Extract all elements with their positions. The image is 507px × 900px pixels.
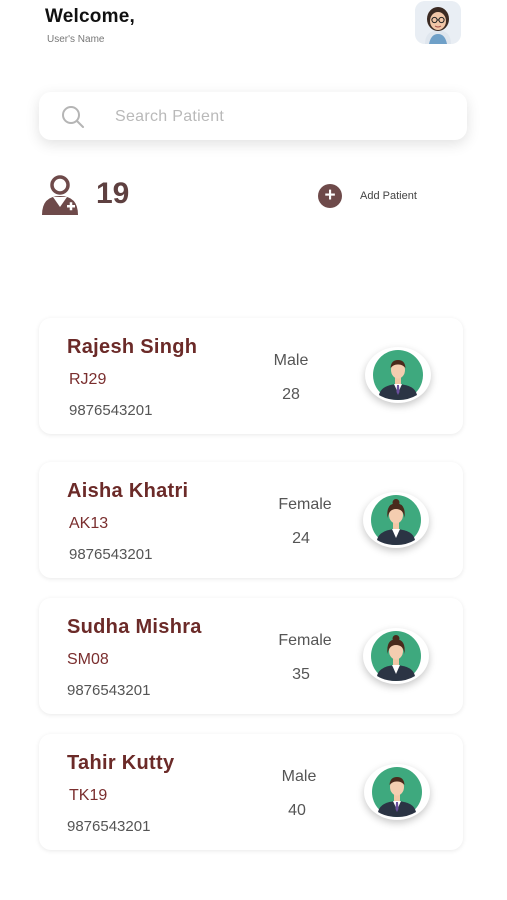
male-avatar-icon	[373, 350, 423, 400]
patient-id: AK13	[69, 515, 109, 532]
patient-phone: 9876543201	[69, 402, 153, 419]
doctor-user-icon	[42, 175, 78, 215]
patient-name: Tahir Kutty	[67, 752, 175, 774]
patient-gender: Male	[273, 352, 309, 369]
patient-name: Rajesh Singh	[67, 336, 198, 358]
patient-card[interactable]: Rajesh Singh RJ29 9876543201 Male 28	[39, 318, 463, 434]
patient-name: Sudha Mishra	[67, 616, 202, 638]
add-patient-button[interactable]: + Add Patient	[318, 184, 438, 208]
patient-age: 40	[288, 802, 306, 819]
profile-photo-icon	[415, 1, 461, 44]
patient-id: RJ29	[69, 371, 107, 388]
female-avatar-icon	[371, 631, 421, 681]
patient-avatar	[364, 764, 430, 820]
patient-age: 24	[292, 530, 310, 547]
male-avatar-icon	[372, 767, 422, 817]
patient-gender: Female	[278, 632, 332, 649]
patient-gender: Female	[278, 496, 332, 513]
patient-avatar	[363, 628, 429, 684]
patient-avatar	[365, 347, 431, 403]
patient-card[interactable]: Aisha Khatri AK13 9876543201 Female 24	[39, 462, 463, 578]
patient-age: 35	[292, 666, 310, 683]
patient-name: Aisha Khatri	[67, 480, 189, 502]
patient-card[interactable]: Sudha Mishra SM08 9876543201 Female 35	[39, 598, 463, 714]
welcome-heading: Welcome,	[45, 6, 135, 27]
user-name: User's Name	[47, 34, 105, 45]
patient-id: TK19	[69, 787, 108, 804]
add-patient-label: Add Patient	[360, 190, 417, 202]
patient-age: 28	[282, 386, 300, 403]
search-bar[interactable]	[39, 92, 467, 140]
patient-phone: 9876543201	[67, 682, 151, 699]
header: Welcome, User's Name	[0, 0, 507, 60]
search-icon	[62, 106, 84, 128]
patient-id: SM08	[67, 651, 109, 668]
patient-phone: 9876543201	[67, 818, 151, 835]
patient-count: 19	[96, 177, 130, 210]
search-input[interactable]	[113, 104, 447, 130]
plus-icon: +	[318, 184, 342, 208]
profile-avatar[interactable]	[415, 1, 461, 44]
female-avatar-icon	[371, 495, 421, 545]
patient-card[interactable]: Tahir Kutty TK19 9876543201 Male 40	[39, 734, 463, 850]
patient-phone: 9876543201	[69, 546, 153, 563]
patient-avatar	[363, 492, 429, 548]
patient-gender: Male	[281, 768, 317, 785]
